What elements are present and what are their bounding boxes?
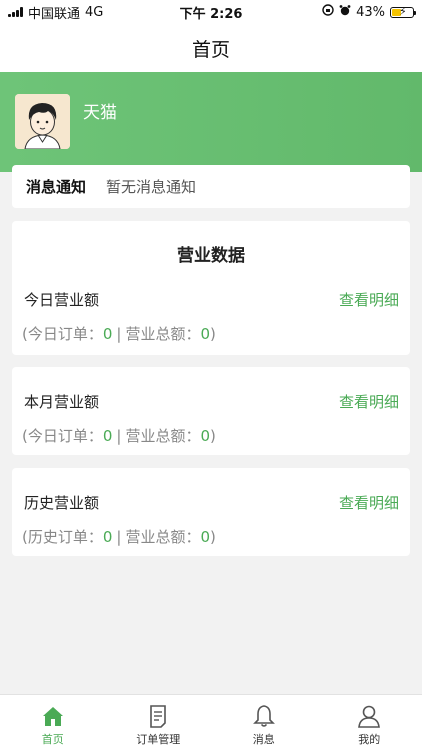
orders-value: 0 [102,528,113,546]
tab-label: 我的 [358,733,381,746]
battery-percent: 43% [356,4,385,20]
row-title-history: 历史营业额 [24,494,100,512]
tab-label: 消息 [252,733,275,746]
close-paren: ) [210,528,216,546]
tab-mine[interactable]: 我的 [317,695,422,750]
page-title: 首页 [191,38,230,61]
total-label: 营业总额： [125,325,201,343]
tab-home[interactable]: 首页 [0,695,106,750]
alarm-icon [339,4,351,20]
orders-value: 0 [102,325,113,343]
tab-bar: 首页 订单管理 消息 我的 [0,694,422,750]
battery-icon: ⚡ [390,4,416,18]
view-details-link-history[interactable]: 查看明细 [339,492,399,513]
status-right: 43% ⚡ [322,4,416,20]
separator: | [116,427,122,445]
notice-bar[interactable]: 消息通知 暂无消息通知 [12,165,410,208]
total-value: 0 [200,325,211,343]
separator: | [116,528,122,546]
avatar[interactable] [15,94,70,149]
orders-value: 0 [102,427,113,445]
signal-icon [8,7,23,17]
total-label: 营业总额： [125,528,201,546]
section-title: 营业数据 [177,246,245,266]
notice-text: 暂无消息通知 [106,178,197,196]
home-icon [42,707,63,726]
business-data-card-month: 本月营业额 查看明细 (今日订单：0 | 营业总额：0) [12,367,410,455]
status-left: 中国联通 4G [8,3,103,22]
user-icon [358,705,381,728]
network-label: 4G [85,4,104,20]
row-stats-today: (今日订单：0 | 营业总额：0) [22,323,216,344]
nav-bar: 首页 [0,24,422,72]
bell-icon [252,705,275,727]
document-icon [150,705,167,728]
row-title-today: 今日营业额 [24,291,100,309]
carrier-label: 中国联通 [28,6,81,22]
rotation-lock-icon [322,4,334,20]
orders-label: (历史订单： [22,528,103,546]
orders-label: (今日订单： [22,325,103,343]
total-value: 0 [200,427,211,445]
notice-label: 消息通知 [26,178,87,196]
tab-label: 订单管理 [136,733,181,746]
avatar-illustration-icon [15,94,70,149]
close-paren: ) [210,325,216,343]
business-data-card-today: 营业数据 今日营业额 查看明细 (今日订单：0 | 营业总额：0) [12,221,410,355]
tab-messages[interactable]: 消息 [211,695,317,750]
charging-icon: ⚡ [399,4,407,18]
row-title-month: 本月营业额 [24,393,100,411]
shop-name: 天猫 [83,103,117,123]
tab-orders[interactable]: 订单管理 [106,695,212,750]
view-details-link-today[interactable]: 查看明细 [339,289,399,310]
business-data-card-history: 历史营业额 查看明细 (历史订单：0 | 营业总额：0) [12,468,410,556]
separator: | [116,325,122,343]
status-bar: 中国联通 4G 下午 2:26 43% ⚡ [0,0,422,24]
total-value: 0 [200,528,211,546]
shop-header: 天猫 [0,72,422,172]
total-label: 营业总额： [125,427,201,445]
close-paren: ) [210,427,216,445]
row-stats-month: (今日订单：0 | 营业总额：0) [22,425,216,446]
tab-label: 首页 [41,733,64,746]
orders-label: (今日订单： [22,427,103,445]
view-details-link-month[interactable]: 查看明细 [339,391,399,412]
row-stats-history: (历史订单：0 | 营业总额：0) [22,526,216,547]
